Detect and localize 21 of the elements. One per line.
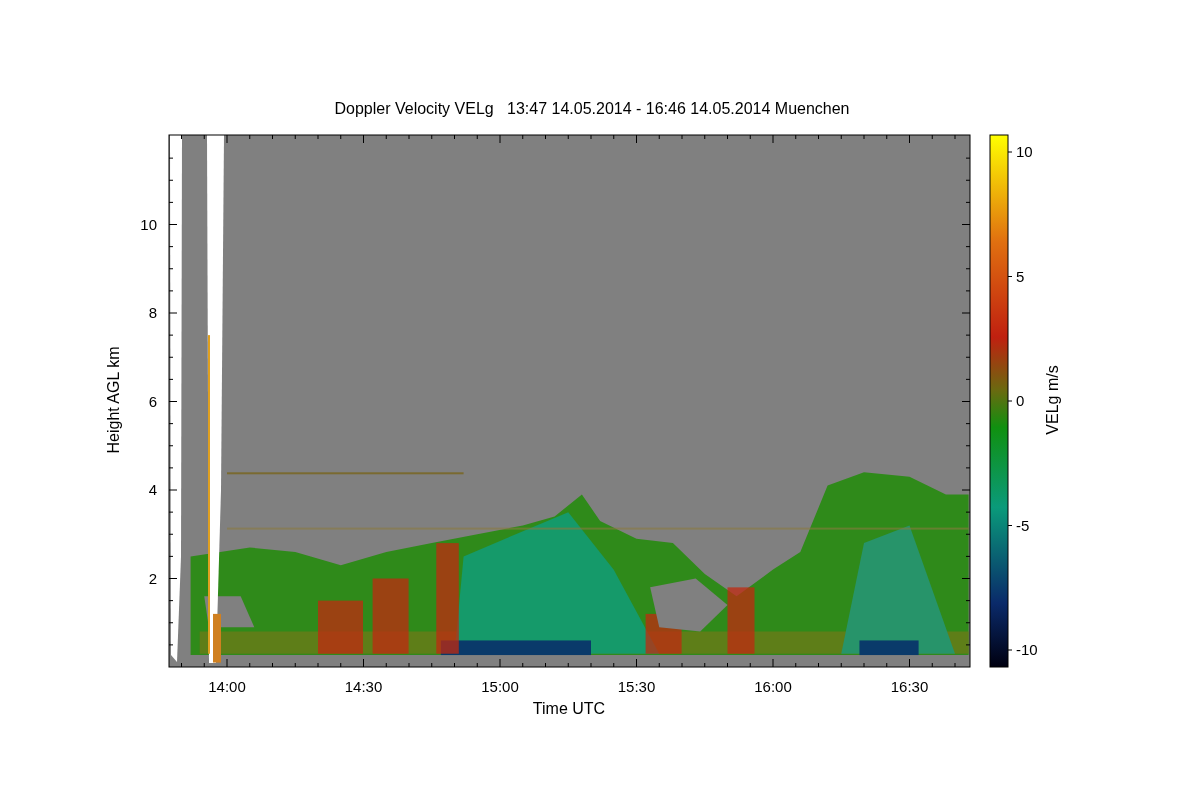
- y-tick-label: 10: [140, 215, 157, 233]
- colorbar-tick-label: 5: [1016, 267, 1025, 285]
- echo-region: [318, 600, 363, 654]
- colorbar-tick-label: -5: [1016, 516, 1030, 534]
- x-tick-label: 15:00: [481, 678, 519, 695]
- x-tick-label: 15:30: [617, 678, 656, 695]
- x-tick-label: 14:00: [208, 678, 246, 695]
- colorbar-tick-label: 0: [1016, 392, 1025, 409]
- colorbar-tick-label: -10: [1016, 641, 1038, 658]
- x-tick-label: 16:00: [754, 678, 792, 695]
- y-tick-label: 2: [148, 569, 157, 587]
- chart-title: Doppler Velocity VELg 13:47 14.05.2014 - 16:46 14.05.2014 Muenchen: [334, 100, 850, 117]
- x-tick-label: 16:30: [890, 678, 929, 695]
- y-tick-label: 4: [148, 481, 157, 498]
- colorbar-tick-label: 10: [1016, 143, 1033, 160]
- x-axis-title: Time UTC: [532, 700, 606, 717]
- y-axis-title: Height AGL km: [105, 346, 122, 454]
- colorbar-title: VELg m/s: [1044, 365, 1061, 435]
- y-tick-label: 8: [148, 304, 157, 321]
- x-tick-label: 14:30: [344, 678, 383, 695]
- y-tick-label: 6: [148, 392, 157, 410]
